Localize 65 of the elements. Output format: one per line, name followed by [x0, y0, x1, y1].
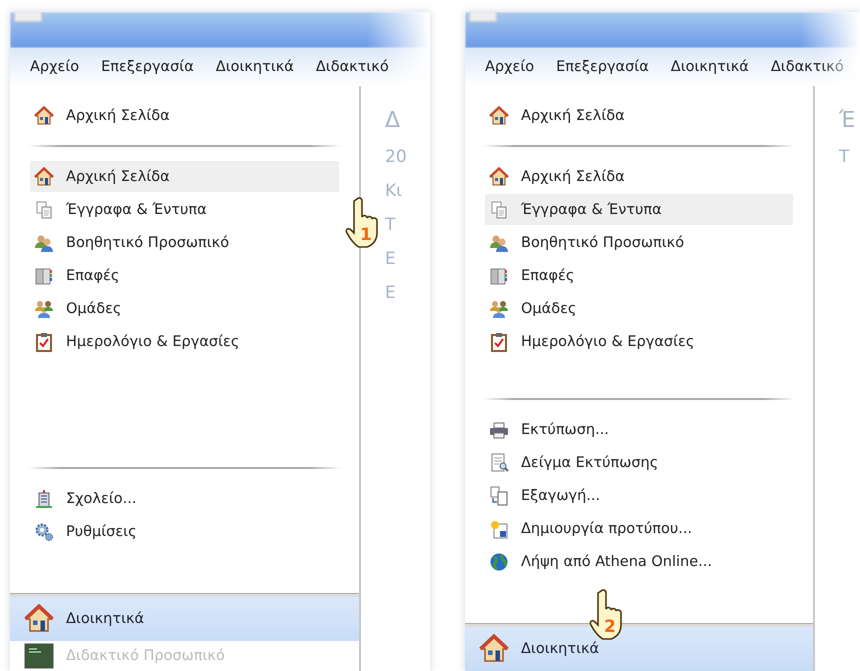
content-text: Δ	[385, 108, 402, 133]
content-text: Κι	[385, 181, 403, 201]
globe-icon	[489, 552, 509, 572]
sidebar-item[interactable]: Λήψη από Athena Online...	[485, 546, 793, 577]
sidebar-item[interactable]: Εξαγωγή...	[485, 480, 793, 511]
content-text: Τ	[839, 147, 850, 167]
sidebar-item[interactable]: Ομάδες	[30, 293, 339, 324]
house-icon	[479, 634, 509, 664]
chalkboard-icon	[24, 643, 54, 669]
sidebar-item[interactable]: Δημιουργία προτύπου...	[485, 513, 793, 544]
clipboard-check-icon	[489, 332, 509, 352]
menu-item[interactable]: Αρχείο	[485, 57, 534, 77]
house-icon	[24, 604, 54, 634]
documents-icon	[489, 200, 509, 220]
house-icon	[34, 166, 54, 186]
sidebar-item[interactable]: Αρχική Σελίδα	[485, 100, 793, 131]
content-text: 20	[385, 147, 408, 167]
sidebar-item[interactable]: Επαφές	[485, 260, 793, 291]
sidebar-item[interactable]: Σχολείο...	[30, 483, 339, 514]
menu-item[interactable]: Αρχείο	[30, 57, 80, 77]
people-icon	[34, 232, 54, 252]
menu-item[interactable]: Διοικητικά	[670, 57, 749, 77]
export-icon	[489, 486, 509, 506]
sidebar-item[interactable]: Βοηθητικό Προσωπικό	[30, 227, 339, 258]
sidebar-item[interactable]: Ρυθμίσεις	[30, 516, 339, 547]
sidebar-item[interactable]: Έγγραφα & Έντυπα	[485, 194, 793, 225]
window-icon	[469, 10, 497, 22]
sidebar-item[interactable]: Ημερολόγιο & Εργασίες	[485, 326, 793, 357]
clipboard-check-icon	[34, 332, 54, 352]
settings-icon	[34, 522, 54, 542]
window-icon	[14, 10, 42, 22]
address-book-icon	[34, 266, 54, 286]
content-text: Ε	[385, 249, 397, 269]
template-icon	[489, 518, 509, 538]
sidebar-item[interactable]: Ομάδες	[485, 293, 793, 324]
sidebar-item[interactable]: Αρχική Σελίδα	[30, 161, 339, 192]
documents-icon	[34, 200, 54, 220]
menu-item[interactable]: Διδακτικό	[770, 57, 844, 77]
group-icon	[34, 298, 54, 318]
house-icon	[489, 166, 509, 186]
group-icon	[489, 298, 509, 318]
sidebar-item[interactable]: Εκτύπωση...	[485, 414, 793, 445]
step-number: 1	[360, 226, 372, 244]
printer-icon	[489, 420, 509, 440]
menu-item[interactable]: Διοικητικά	[216, 57, 294, 77]
navigation-button[interactable]: Διοικητικά	[10, 597, 359, 641]
building-icon	[34, 488, 54, 508]
people-icon	[489, 232, 509, 252]
sidebar-item[interactable]: Δείγμα Εκτύπωσης	[485, 447, 793, 478]
content-text: Ε	[385, 283, 397, 303]
sidebar-item[interactable]: Βοηθητικό Προσωπικό	[485, 227, 793, 258]
house-icon	[34, 106, 54, 126]
menu-item[interactable]: Επεξεργασία	[101, 57, 194, 77]
document-magnifier-icon	[489, 452, 509, 472]
menu-item[interactable]: Διδακτικό	[316, 57, 389, 77]
menu-item[interactable]: Επεξεργασία	[556, 57, 649, 77]
sidebar-item[interactable]: Επαφές	[30, 260, 339, 291]
content-text: Έ	[839, 108, 856, 133]
sidebar-item[interactable]: Αρχική Σελίδα	[485, 161, 793, 192]
content-text: Τ	[385, 215, 396, 235]
sidebar-item[interactable]: Ημερολόγιο & Εργασίες	[30, 326, 339, 357]
address-book-icon	[489, 266, 509, 286]
house-icon	[489, 106, 509, 126]
sidebar-item[interactable]: Αρχική Σελίδα	[30, 100, 339, 131]
sidebar-item[interactable]: Έγγραφα & Έντυπα	[30, 194, 339, 225]
